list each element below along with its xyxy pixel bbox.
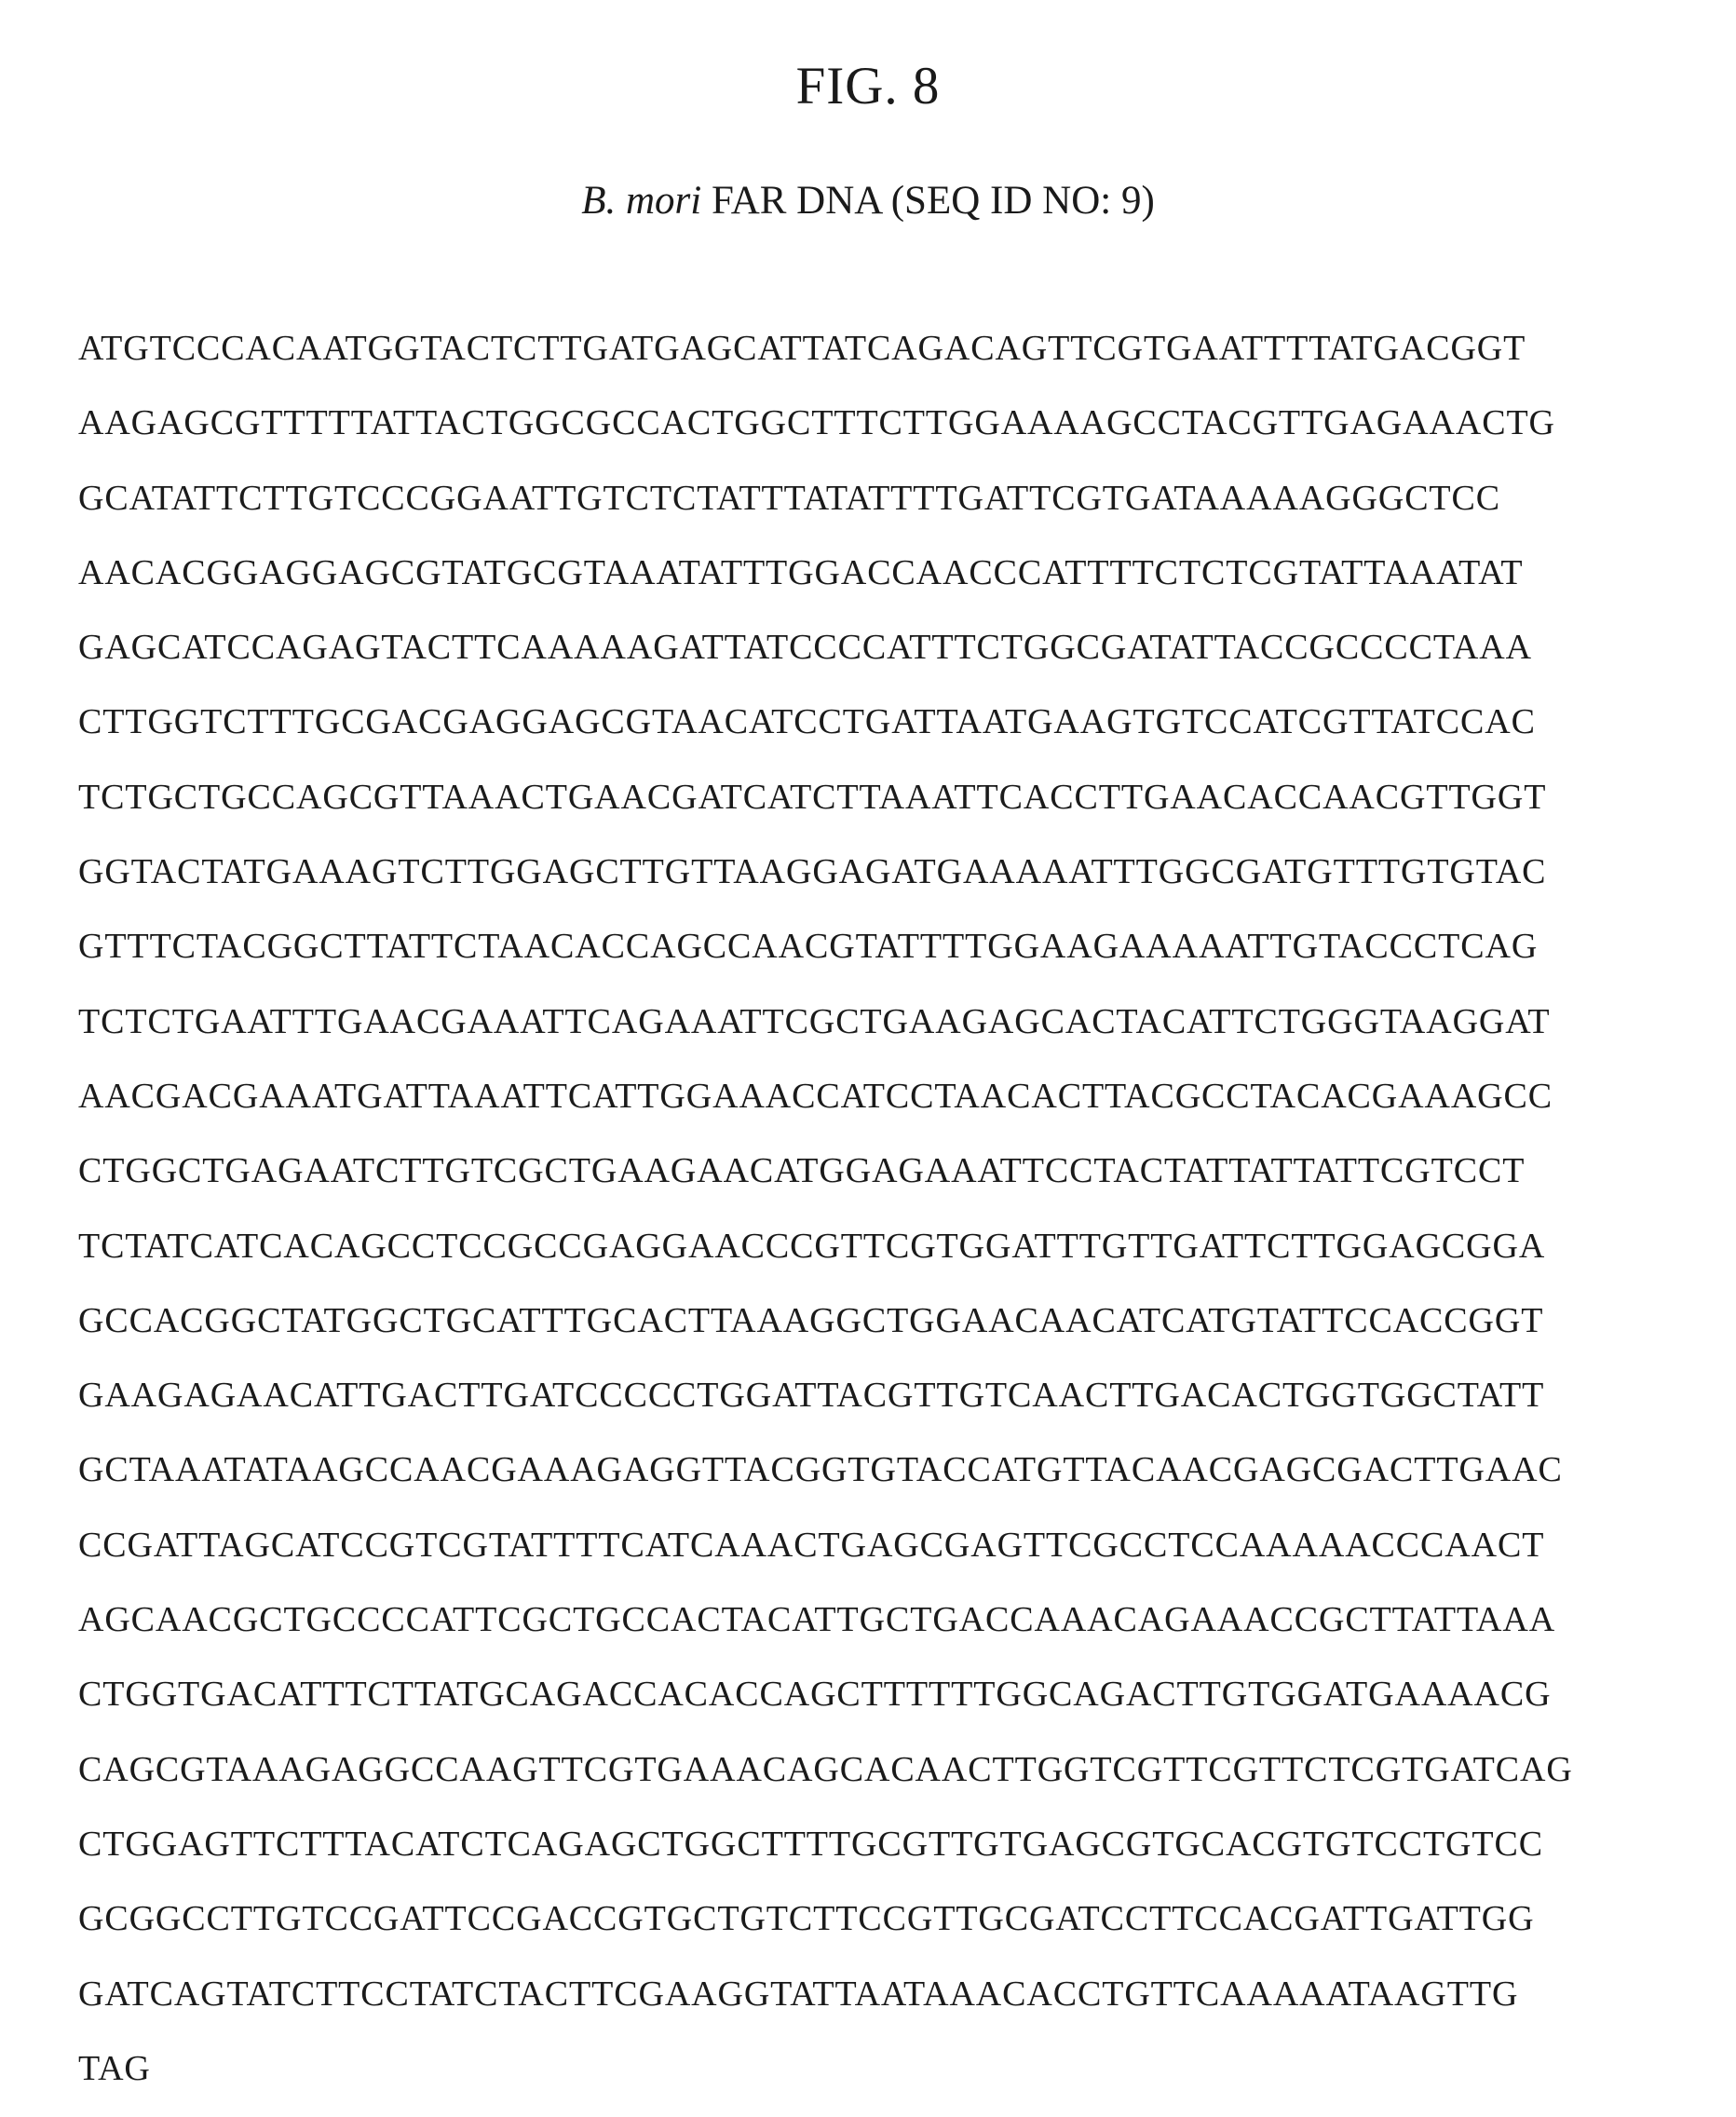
sequence-line: CTTGGTCTTTGCGACGAGGAGCGTAACATCCTGATTAATG…	[78, 696, 1699, 770]
sequence-line: CTGGCTGAGAATCTTGTCGCTGAAGAACATGGAGAAATTC…	[78, 1145, 1699, 1219]
sequence-line: GCATATTCTTGTCCCGGAATTGTCTCTATTTATATTTTGA…	[78, 472, 1699, 547]
sequence-line: AGCAACGCTGCCCCATTCGCTGCCACTACATTGCTGACCA…	[78, 1594, 1699, 1668]
sequence-line: GAGCATCCAGAGTACTTCAAAAAGATTATCCCCATTTCTG…	[78, 621, 1699, 696]
organism-name: B. mori	[581, 179, 701, 223]
sequence-line: TCTATCATCACAGCCTCCGCCGAGGAACCCGTTCGTGGAT…	[78, 1220, 1699, 1295]
sequence-line: GTTTCTACGGCTTATTCTAACACCAGCCAACGTATTTTGG…	[78, 920, 1699, 995]
sequence-line: CCGATTAGCATCCGTCGTATTTTCATCAAACTGAGCGAGT…	[78, 1519, 1699, 1594]
sequence-line: AAGAGCGTTTTTATTACTGGCGCCACTGGCTTTCTTGGAA…	[78, 397, 1699, 471]
sequence-line: AACACGGAGGAGCGTATGCGTAAATATTTGGACCAACCCA…	[78, 547, 1699, 621]
sequence-line: ATGTCCCACAATGGTACTCTTGATGAGCATTATCAGACAG…	[78, 322, 1699, 397]
sequence-line: AACGACGAAATGATTAAATTCATTGGAAACCATCCTAACA…	[78, 1070, 1699, 1145]
sequence-line: GCTAAATATAAGCCAACGAAAGAGGTTACGGTGTACCATG…	[78, 1444, 1699, 1518]
sequence-line: GCGGCCTTGTCCGATTCCGACCGTGCTGTCTTCCGTTGCG…	[78, 1893, 1699, 1967]
sequence-line: TCTCTGAATTTGAACGAAATTCAGAAATTCGCTGAAGAGC…	[78, 996, 1699, 1070]
figure-title: FIG. 8	[0, 54, 1736, 119]
sequence-line: TCTGCTGCCAGCGTTAAACTGAACGATCATCTTAAATTCA…	[78, 771, 1699, 846]
sequence-line: TAG	[78, 2042, 1699, 2117]
sequence-line: GCCACGGCTATGGCTGCATTTGCACTTAAAGGCTGGAACA…	[78, 1295, 1699, 1369]
figure-subtitle: B. mori FAR DNA (SEQ ID NO: 9)	[0, 177, 1736, 225]
sequence-line: CAGCGTAAAGAGGCCAAGTTCGTGAAACAGCACAACTTGG…	[78, 1744, 1699, 1818]
sequence-line: CTGGAGTTCTTTACATCTCAGAGCTGGCTTTTGCGTTGTG…	[78, 1818, 1699, 1893]
sequence-line: CTGGTGACATTTCTTATGCAGACCACACCAGCTTTTTTGG…	[78, 1668, 1699, 1743]
subtitle-description: FAR DNA (SEQ ID NO: 9)	[712, 179, 1155, 223]
sequence-line: GGTACTATGAAAGTCTTGGAGCTTGTTAAGGAGATGAAAA…	[78, 846, 1699, 920]
sequence-line: GAAGAGAACATTGACTTGATCCCCCTGGATTACGTTGTCA…	[78, 1369, 1699, 1444]
dna-sequence: ATGTCCCACAATGGTACTCTTGATGAGCATTATCAGACAG…	[78, 322, 1699, 2117]
sequence-line: GATCAGTATCTTCCTATCTACTTCGAAGGTATTAATAAAC…	[78, 1968, 1699, 2042]
